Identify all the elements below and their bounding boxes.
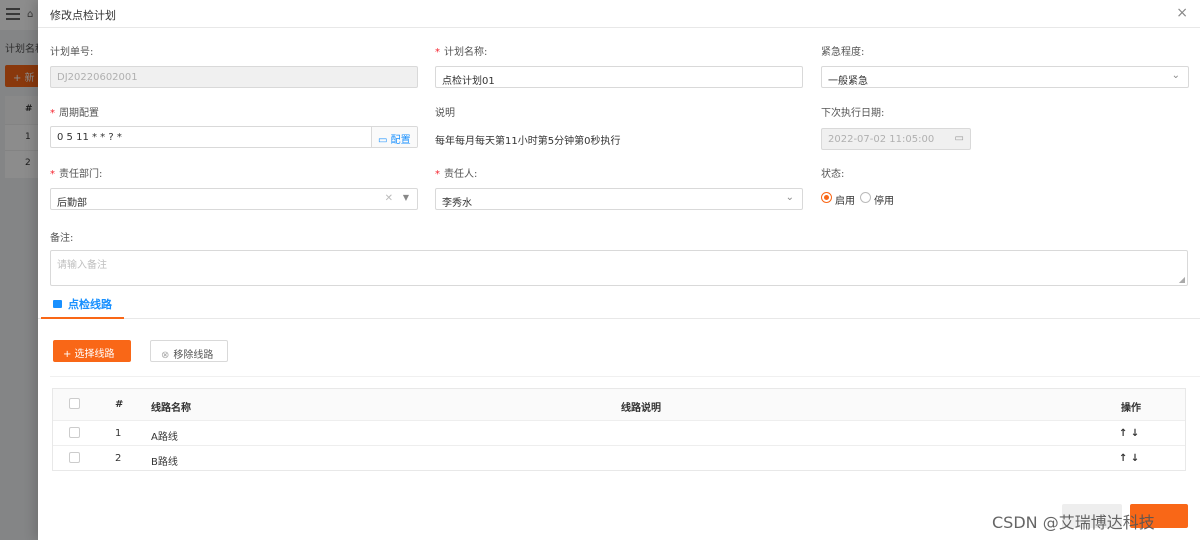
plan-name-label-text: 计划名称: xyxy=(444,47,488,58)
next-date-input: 2022-07-02 11:05:00 ▭ xyxy=(821,128,971,150)
cycle-input-value: 0 5 11 * * ? * xyxy=(57,132,122,143)
chevron-down-icon: ⌄ xyxy=(785,192,794,203)
column-header-index: # xyxy=(115,399,124,410)
status-radio-disabled[interactable] xyxy=(860,192,871,203)
urgency-select-value: 一般紧急 xyxy=(828,76,868,87)
status-label: 状态: xyxy=(821,169,845,180)
department-select[interactable]: 后勤部 ✕ ▼ xyxy=(50,188,418,210)
person-select[interactable]: 李秀水 ⌄ xyxy=(435,188,803,210)
row-route-name: B路线 xyxy=(151,457,178,468)
remove-route-button[interactable]: ⊗ 移除线路 xyxy=(150,340,228,362)
column-header-route-name[interactable]: 线路名称 xyxy=(151,399,191,414)
cycle-label: * 周期配置 xyxy=(50,104,99,119)
cycle-label-text: 周期配置 xyxy=(59,108,99,119)
route-table: # 线路名称 线路说明 操作 1 A路线 ↑ ↓ 2 B路线 ↑ ↓ xyxy=(52,388,1186,471)
drawer-title: 修改点检计划 xyxy=(50,9,116,22)
department-label-text: 责任部门: xyxy=(59,169,103,180)
select-all-checkbox[interactable] xyxy=(69,398,80,409)
person-select-value: 李秀水 xyxy=(442,198,472,209)
select-route-button[interactable]: + 选择线路 xyxy=(53,340,131,362)
required-mark: * xyxy=(435,169,440,180)
remove-circle-icon: ⊗ xyxy=(161,350,170,361)
row-checkbox[interactable] xyxy=(69,452,80,463)
cycle-input[interactable]: 0 5 11 * * ? * ▭ 配置 xyxy=(50,126,418,148)
calendar-icon: ▭ xyxy=(378,135,388,146)
move-up-down-icons[interactable]: ↑ ↓ xyxy=(1119,428,1139,439)
clear-icon[interactable]: ✕ xyxy=(385,193,393,204)
department-label: * 责任部门: xyxy=(50,165,102,180)
move-up-down-icons[interactable]: ↑ ↓ xyxy=(1119,453,1139,464)
cycle-config-button-label: 配置 xyxy=(390,135,411,146)
remark-placeholder: 请输入备注 xyxy=(57,260,107,271)
plan-name-label: * 计划名称: xyxy=(435,43,487,58)
tab-bar: 点检线路 xyxy=(38,292,1200,319)
resize-handle-icon[interactable]: ◢ xyxy=(1179,275,1185,284)
tab-inspection-route[interactable]: 点检线路 xyxy=(41,292,124,319)
required-mark: * xyxy=(50,108,55,119)
person-label: * 责任人: xyxy=(435,165,477,180)
status-radio-enabled[interactable] xyxy=(821,192,832,203)
table-row[interactable]: 1 A路线 ↑ ↓ xyxy=(53,420,1185,445)
required-mark: * xyxy=(435,47,440,58)
tab-inspection-route-label: 点检线路 xyxy=(68,298,112,311)
close-icon[interactable]: × xyxy=(1176,5,1188,21)
plan-name-input[interactable]: 点检计划01 xyxy=(435,66,803,88)
remark-textarea[interactable]: 请输入备注 ◢ xyxy=(50,250,1188,286)
folder-icon xyxy=(53,300,62,308)
next-date-value: 2022-07-02 11:05:00 xyxy=(828,134,935,145)
cycle-config-button[interactable]: ▭ 配置 xyxy=(371,127,417,147)
row-index: 1 xyxy=(115,428,122,439)
table-row[interactable]: 2 B路线 ↑ ↓ xyxy=(53,445,1185,470)
description-label: 说明 xyxy=(435,108,455,119)
next-date-label: 下次执行日期: xyxy=(821,108,885,119)
remark-label: 备注: xyxy=(50,233,74,244)
department-select-value: 后勤部 xyxy=(57,198,87,209)
row-index: 2 xyxy=(115,453,122,464)
urgency-label: 紧急程度: xyxy=(821,47,865,58)
watermark-text: CSDN @艾瑞博达科技 xyxy=(992,513,1155,532)
caret-down-icon: ▼ xyxy=(402,193,409,202)
person-label-text: 责任人: xyxy=(444,169,478,180)
drawer-header: 修改点检计划 × xyxy=(38,0,1200,28)
column-header-route-desc[interactable]: 线路说明 xyxy=(621,399,661,414)
remove-route-button-label: 移除线路 xyxy=(173,350,214,361)
row-checkbox[interactable] xyxy=(69,427,80,438)
plan-no-label: 计划单号: xyxy=(50,47,94,58)
calendar-icon: ▭ xyxy=(954,133,964,144)
status-radio-enabled-label[interactable]: 启用 xyxy=(835,192,855,207)
row-route-name: A路线 xyxy=(151,432,178,443)
table-header-row: # 线路名称 线路说明 操作 xyxy=(53,389,1185,420)
description-text: 每年每月每天第11小时第5分钟第0秒执行 xyxy=(435,136,621,147)
plan-no-input: DJ20220602001 xyxy=(50,66,418,88)
column-header-actions: 操作 xyxy=(1121,403,1141,414)
urgency-select[interactable]: 一般紧急 ⌄ xyxy=(821,66,1189,88)
status-radio-disabled-label[interactable]: 停用 xyxy=(874,192,894,207)
toolbar-divider xyxy=(50,376,1200,377)
required-mark: * xyxy=(50,169,55,180)
edit-plan-drawer: 修改点检计划 × 计划单号: DJ20220602001 * 计划名称: 点检计划… xyxy=(38,0,1200,540)
chevron-down-icon: ⌄ xyxy=(1171,70,1180,81)
